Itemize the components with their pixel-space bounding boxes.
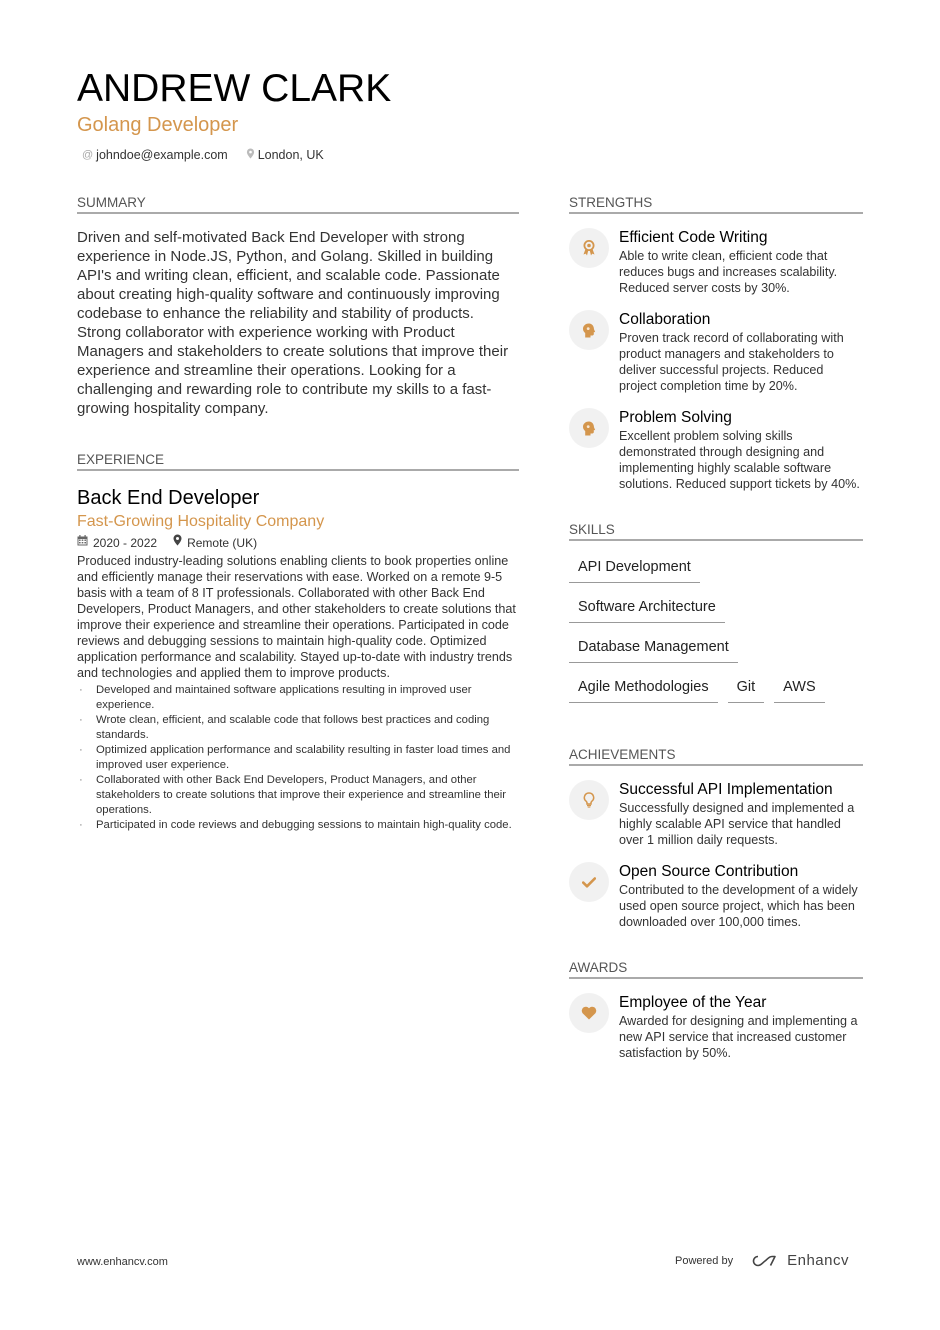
achievement-title: Open Source Contribution [619,863,799,880]
skill-tag: Database Management [569,629,738,663]
powered-by-text: Powered by [675,1254,734,1267]
achievements-list: Successful API Implementation Successful… [569,780,863,930]
left-column: SUMMARY Driven and self-motivated Back E… [77,195,519,833]
awards-heading: AWARDS [569,960,863,979]
summary-text: Driven and self-motivated Back End Devel… [77,229,509,417]
location-text: Remote (UK) [187,536,258,550]
strength-desc: Able to write clean, efficient code that… [619,249,838,295]
strengths-heading: STRENGTHS [569,195,863,214]
heart-icon [569,993,609,1033]
awards-list: Employee of the Year Awarded for designi… [569,993,863,1061]
job-location: Remote (UK) [173,533,257,553]
skill-tag: Agile Methodologies [569,669,718,703]
at-icon: @ [82,149,94,161]
achievement-desc: Successfully designed and implemented a … [619,801,855,847]
award-title: Employee of the Year [619,994,767,1011]
enhancv-logo[interactable]: Enhancv [749,1252,849,1269]
strength-title: Efficient Code Writing [619,229,768,246]
location-text: London, UK [257,148,324,162]
award-ribbon-icon [569,228,609,268]
bullet-item: · Wrote clean, efficient, and scalable co… [79,714,490,741]
contact-info: @ johndoe@example.com London, UK [82,148,324,162]
strength-desc: Proven track record of collaborating wit… [619,331,844,393]
strength-item: Collaboration Proven track record of col… [569,310,863,394]
bullet-item: · Participated in code reviews and debugg… [79,819,512,831]
skill-tag: Software Architecture [569,589,725,623]
job-meta: 2020 - 2022 Remote (UK) [77,533,519,553]
strength-title: Collaboration [619,311,711,328]
job-title: Back End Developer [77,487,260,509]
achievement-item: Open Source Contribution Contributed to … [569,862,863,930]
bullet-item: · Developed and maintained software appli… [79,684,472,711]
head-brain-icon [569,310,609,350]
skill-tag: Git [727,669,765,703]
achievements-heading: ACHIEVEMENTS [569,747,863,766]
summary-heading: SUMMARY [77,195,519,214]
contact-location: London, UK [246,148,324,162]
location-pin-icon [173,533,182,553]
lightbulb-icon [569,780,609,820]
head-brain-icon [569,408,609,448]
dates-text: 2020 - 2022 [93,536,158,550]
calendar-icon [77,533,88,553]
resume-page: ANDREW CLARK Golang Developer @ johndoe@… [0,0,940,1330]
candidate-name: ANDREW CLARK [77,67,392,110]
strength-item: Problem Solving Excellent problem solvin… [569,408,863,492]
email-text: johndoe@example.com [96,148,228,162]
company-name: Fast-Growing Hospitality Company [77,513,325,530]
achievement-desc: Contributed to the development of a wide… [619,883,858,929]
right-column: STRENGTHS Efficient Code Writing Able to… [569,195,863,1061]
checkmark-icon [569,862,609,902]
footer-branding: Powered by Enhancv [675,1252,849,1269]
strength-desc: Excellent problem solving skills demonst… [619,429,860,491]
candidate-title: Golang Developer [77,114,239,136]
achievement-item: Successful API Implementation Successful… [569,780,863,848]
experience-entry: Back End Developer Fast-Growing Hospital… [77,485,519,833]
job-bullets: · Developed and maintained software appli… [77,683,519,833]
award-item: Employee of the Year Awarded for designi… [569,993,863,1061]
experience-heading: EXPERIENCE [77,452,519,471]
strengths-list: Efficient Code Writing Able to write cle… [569,228,863,492]
enhancv-logo-icon [752,1255,776,1266]
skill-tag: API Development [569,549,700,583]
brand-text: Enhancv [787,1252,849,1269]
achievement-title: Successful API Implementation [619,781,833,798]
skills-heading: SKILLS [569,522,863,541]
strength-title: Problem Solving [619,409,732,426]
location-pin-icon [246,148,255,162]
bullet-item: · Optimized application performance and s… [79,744,511,771]
skill-tag: AWS [774,669,825,703]
bullet-item: · Collaborated with other Back End Develo… [79,774,507,816]
footer-website[interactable]: www.enhancv.com [77,1256,168,1268]
award-desc: Awarded for designing and implementing a… [619,1014,858,1060]
job-dates: 2020 - 2022 [77,533,157,553]
job-description: Produced industry-leading solutions enab… [77,554,516,680]
strength-item: Efficient Code Writing Able to write cle… [569,228,863,296]
contact-email[interactable]: @ johndoe@example.com [82,148,228,162]
skills-list: API Development Software Architecture Da… [569,549,863,709]
